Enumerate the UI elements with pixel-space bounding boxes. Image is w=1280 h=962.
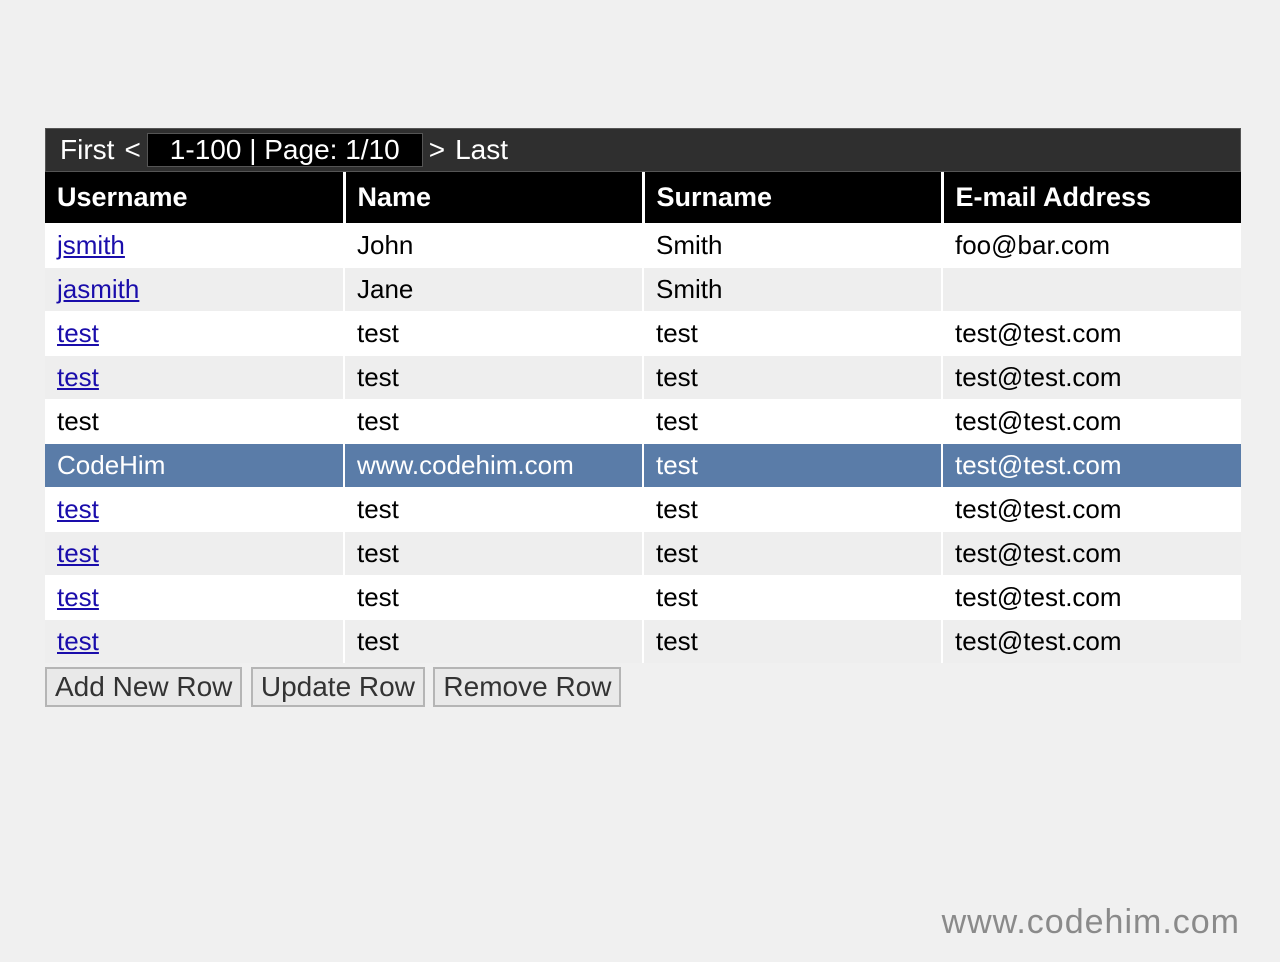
username-link[interactable]: test [57, 318, 99, 348]
cell-username: CodeHim [45, 444, 344, 488]
username-link[interactable]: jsmith [57, 230, 125, 260]
cell-username: jsmith [45, 224, 344, 268]
username-link[interactable]: jasmith [57, 274, 139, 304]
table-row[interactable]: testtesttesttest@test.com [45, 532, 1241, 576]
cell-email: foo@bar.com [942, 224, 1241, 268]
cell-name: test [344, 576, 643, 620]
cell-surname: test [643, 620, 942, 664]
cell-username: test [45, 400, 344, 444]
cell-name: Jane [344, 268, 643, 312]
cell-surname: Smith [643, 224, 942, 268]
cell-name: www.codehim.com [344, 444, 643, 488]
pager-last-button[interactable]: Last [451, 134, 512, 166]
header-row: Username Name Surname E-mail Address [45, 172, 1241, 224]
username-link[interactable]: test [57, 582, 99, 612]
table-row[interactable]: testtesttesttest@test.com [45, 356, 1241, 400]
data-grid: Username Name Surname E-mail Address jsm… [45, 172, 1241, 663]
pager-first-button[interactable]: First [56, 134, 118, 166]
cell-name: test [344, 312, 643, 356]
col-header-username[interactable]: Username [45, 172, 344, 224]
username-link[interactable]: test [57, 362, 99, 392]
username-link[interactable]: test [57, 626, 99, 656]
cell-email [942, 268, 1241, 312]
add-row-button[interactable]: Add New Row [45, 667, 242, 707]
watermark: www.codehim.com [942, 903, 1240, 942]
col-header-surname[interactable]: Surname [643, 172, 942, 224]
cell-username: jasmith [45, 268, 344, 312]
cell-surname: test [643, 400, 942, 444]
username-link[interactable]: test [57, 538, 99, 568]
remove-row-button[interactable]: Remove Row [433, 667, 621, 707]
cell-email: test@test.com [942, 532, 1241, 576]
cell-email: test@test.com [942, 312, 1241, 356]
username-text: CodeHim [57, 450, 165, 480]
cell-username: test [45, 356, 344, 400]
cell-surname: test [643, 312, 942, 356]
cell-username: test [45, 576, 344, 620]
cell-username: test [45, 312, 344, 356]
grid-container: First < 1-100 | Page: 1/10 > Last Userna… [45, 128, 1241, 707]
username-text: test [57, 406, 99, 436]
table-row[interactable]: testtesttesttest@test.com [45, 576, 1241, 620]
cell-email: test@test.com [942, 620, 1241, 664]
cell-name: test [344, 488, 643, 532]
cell-surname: test [643, 356, 942, 400]
table-row[interactable]: testtesttesttest@test.com [45, 488, 1241, 532]
username-link[interactable]: test [57, 494, 99, 524]
update-row-button[interactable]: Update Row [251, 667, 425, 707]
pager-prev-button[interactable]: < [120, 134, 144, 166]
table-row[interactable]: CodeHim www.codehim.comtesttest@test.com [45, 444, 1241, 488]
cell-surname: test [643, 576, 942, 620]
col-header-name[interactable]: Name [344, 172, 643, 224]
cell-email: test@test.com [942, 488, 1241, 532]
cell-surname: test [643, 444, 942, 488]
col-header-email[interactable]: E-mail Address [942, 172, 1241, 224]
cell-surname: Smith [643, 268, 942, 312]
cell-email: test@test.com [942, 444, 1241, 488]
action-buttons: Add New Row Update Row Remove Row [45, 667, 1241, 707]
table-row[interactable]: jasmith JaneSmith [45, 268, 1241, 312]
cell-username: test [45, 532, 344, 576]
table-row[interactable]: testtesttesttest@test.com [45, 620, 1241, 664]
cell-email: test@test.com [942, 400, 1241, 444]
cell-email: test@test.com [942, 576, 1241, 620]
cell-name: test [344, 532, 643, 576]
cell-name: test [344, 620, 643, 664]
pager-status: 1-100 | Page: 1/10 [147, 133, 423, 167]
cell-name: test [344, 400, 643, 444]
table-row[interactable]: jsmith JohnSmithfoo@bar.com [45, 224, 1241, 268]
pager-next-button[interactable]: > [425, 134, 449, 166]
cell-surname: test [643, 532, 942, 576]
cell-email: test@test.com [942, 356, 1241, 400]
table-row[interactable]: testtesttesttest@test.com [45, 312, 1241, 356]
cell-name: John [344, 224, 643, 268]
table-row[interactable]: testtesttesttest@test.com [45, 400, 1241, 444]
cell-name: test [344, 356, 643, 400]
cell-surname: test [643, 488, 942, 532]
pager-bar: First < 1-100 | Page: 1/10 > Last [45, 128, 1241, 172]
cell-username: test [45, 620, 344, 664]
cell-username: test [45, 488, 344, 532]
